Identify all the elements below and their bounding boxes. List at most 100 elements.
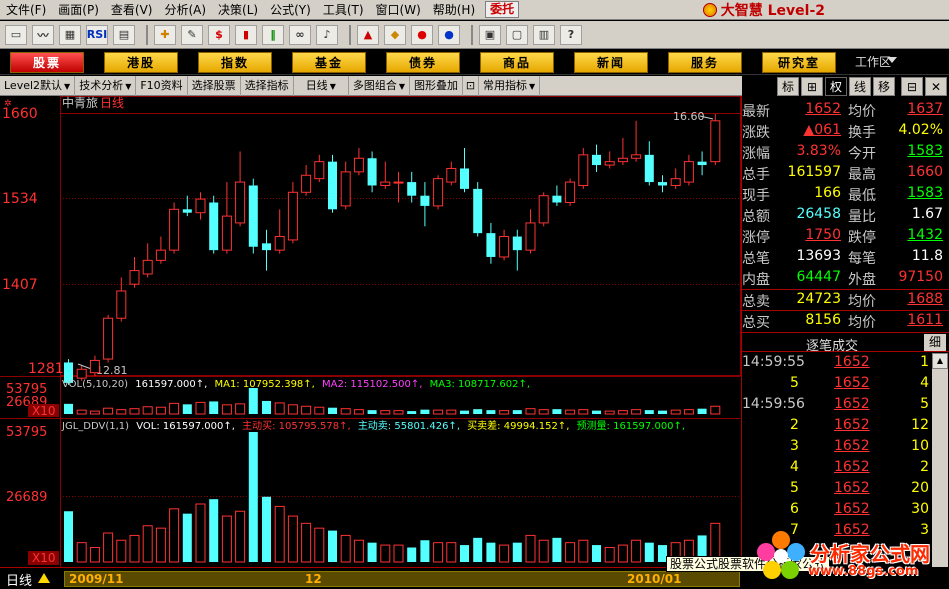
f10-info-button[interactable]: F10资料 <box>136 75 188 96</box>
menu-analysis[interactable]: 分析(A) <box>158 0 212 20</box>
line-chart-icon[interactable]: 〰 <box>32 24 54 45</box>
menu-formula[interactable]: 公式(Y) <box>264 0 317 20</box>
rsi-button[interactable]: RSI <box>86 24 108 45</box>
kline-chart[interactable]: 1660 1534 1407 1281 ✲ 中青旅 日线 16.60 12.81… <box>0 95 742 567</box>
candle-body <box>314 161 325 180</box>
ddv-buy: 主动买: 105795.578↑, <box>242 420 351 432</box>
candle-body <box>512 236 522 251</box>
price-label-mid: 1534 <box>2 191 38 207</box>
tick-time: 5 <box>790 375 799 391</box>
entrust-button[interactable]: 委托 <box>485 1 520 18</box>
diamond-icon[interactable]: ◆ <box>384 24 406 45</box>
tick-price: 1652 <box>834 354 870 370</box>
ruler-icon[interactable]: ✎ <box>181 24 203 45</box>
workspace-menu[interactable]: 工作区 <box>855 53 891 70</box>
window-icon[interactable]: ▢ <box>506 24 528 45</box>
warning-icon[interactable]: ▲ <box>357 24 379 45</box>
overlay-button[interactable]: 图形叠加 <box>410 75 463 96</box>
chart-settings-icon[interactable]: ✲ <box>4 99 12 109</box>
open-folder-icon[interactable]: ▭ <box>5 24 27 45</box>
tab-mark[interactable]: 标 <box>777 77 799 96</box>
period-label[interactable]: 日线 <box>6 570 32 589</box>
menu-tools[interactable]: 工具(T) <box>317 0 370 20</box>
layout-icon[interactable]: ▥ <box>533 24 555 45</box>
nav-commodities[interactable]: 商品 <box>480 51 554 73</box>
chart-period: 日线 <box>100 96 124 110</box>
candle-body <box>76 368 87 379</box>
nav-funds[interactable]: 基金 <box>292 51 366 73</box>
layout-preset-select[interactable]: Level2默认 <box>0 75 76 96</box>
quote-row: 涨跌 ▲061 换手 4.02% <box>742 121 949 142</box>
vol-ma1: MA1: 107952.398↑, <box>214 379 314 390</box>
select-stock-button[interactable]: 选择股票 <box>188 75 241 96</box>
red-circle-icon[interactable]: ● <box>411 24 433 45</box>
candle-body <box>473 188 483 234</box>
tab-move[interactable]: 移 <box>873 77 895 96</box>
volume-bar <box>499 544 510 563</box>
volume-bar <box>248 388 258 414</box>
toolbar-divider <box>146 24 148 45</box>
tick-time: 6 <box>790 501 799 517</box>
table-icon[interactable]: ▤ <box>113 24 135 45</box>
volume-bar <box>486 542 496 562</box>
nav-index[interactable]: 指数 <box>198 51 272 73</box>
period-up-icon[interactable] <box>38 573 50 583</box>
nav-bonds[interactable]: 债券 <box>386 51 460 73</box>
volume-bar <box>353 409 364 415</box>
tech-analysis-menu[interactable]: 技术分析 <box>75 75 137 96</box>
quote-open: 1583 <box>907 143 943 159</box>
alarm-icon[interactable]: ♪ <box>316 24 338 45</box>
common-indicator-select[interactable]: 常用指标 <box>479 75 541 96</box>
menu-screen[interactable]: 画面(P) <box>52 0 105 20</box>
tab-close-icon[interactable]: ✕ <box>925 77 947 96</box>
volume-bar <box>169 402 180 415</box>
menu-window[interactable]: 窗口(W) <box>370 0 427 20</box>
tick-qty: 4 <box>920 375 929 391</box>
workspace-dropdown-icon[interactable] <box>887 57 897 63</box>
bars-icon[interactable]: ‖ <box>262 24 284 45</box>
binoculars-icon[interactable]: ∞ <box>289 24 311 45</box>
candle-body <box>460 168 469 189</box>
candles-icon[interactable]: ▮ <box>235 24 257 45</box>
candle-body <box>182 209 192 213</box>
nav-services[interactable]: 服务 <box>668 51 742 73</box>
tick-price: 1652 <box>834 501 870 517</box>
volume-bar <box>248 432 258 562</box>
tab-rights[interactable]: 权 <box>825 77 847 96</box>
nav-news[interactable]: 新闻 <box>574 51 648 73</box>
menu-decision[interactable]: 决策(L) <box>212 0 264 20</box>
nav-research[interactable]: 研究室 <box>762 51 836 73</box>
ticks-detail-button[interactable]: 细 <box>924 334 946 351</box>
help-cursor-icon[interactable]: ? <box>560 24 582 45</box>
quote-label: 最低 <box>848 188 876 204</box>
crosshair-icon[interactable]: ✚ <box>154 24 176 45</box>
menu-file[interactable]: 文件(F) <box>0 0 52 20</box>
tab-grid[interactable]: ⊞ <box>801 77 823 96</box>
clipboard-icon[interactable]: ▣ <box>479 24 501 45</box>
quote-label: 最新 <box>742 104 770 120</box>
vol-scale: X10 <box>32 404 56 418</box>
menu-help[interactable]: 帮助(H) <box>427 0 481 20</box>
dollar-button[interactable]: $ <box>208 24 230 45</box>
nav-hk-stocks[interactable]: 港股 <box>104 51 178 73</box>
volume-bar <box>235 403 246 415</box>
blue-circle-icon[interactable]: ● <box>438 24 460 45</box>
timeline-scrollbar[interactable]: 2009/11 12 2010/01 <box>64 571 740 587</box>
candle-body <box>578 154 589 186</box>
scroll-up-icon[interactable]: ▲ <box>932 353 948 369</box>
grid-icon[interactable]: ▦ <box>59 24 81 45</box>
tab-collapse-icon[interactable]: ⊟ <box>901 77 923 96</box>
quote-last: 1652 <box>805 101 841 117</box>
period-select[interactable]: 日线 <box>294 75 349 96</box>
select-indicator-button[interactable]: 选择指标 <box>241 75 294 96</box>
lock-icon[interactable]: ⊡ <box>463 75 479 96</box>
tab-line[interactable]: 线 <box>849 77 871 96</box>
multi-chart-select[interactable]: 多图组合 <box>349 75 410 96</box>
volume-bar <box>76 409 87 415</box>
price-label-low: 1407 <box>2 277 38 293</box>
menu-view[interactable]: 查看(V) <box>105 0 159 20</box>
nav-stocks[interactable]: 股票 <box>10 51 84 73</box>
quote-total-volume: 161597 <box>787 164 841 180</box>
timeline-thumb[interactable]: 2009/11 12 2010/01 <box>65 572 741 586</box>
candle-body <box>248 185 258 247</box>
